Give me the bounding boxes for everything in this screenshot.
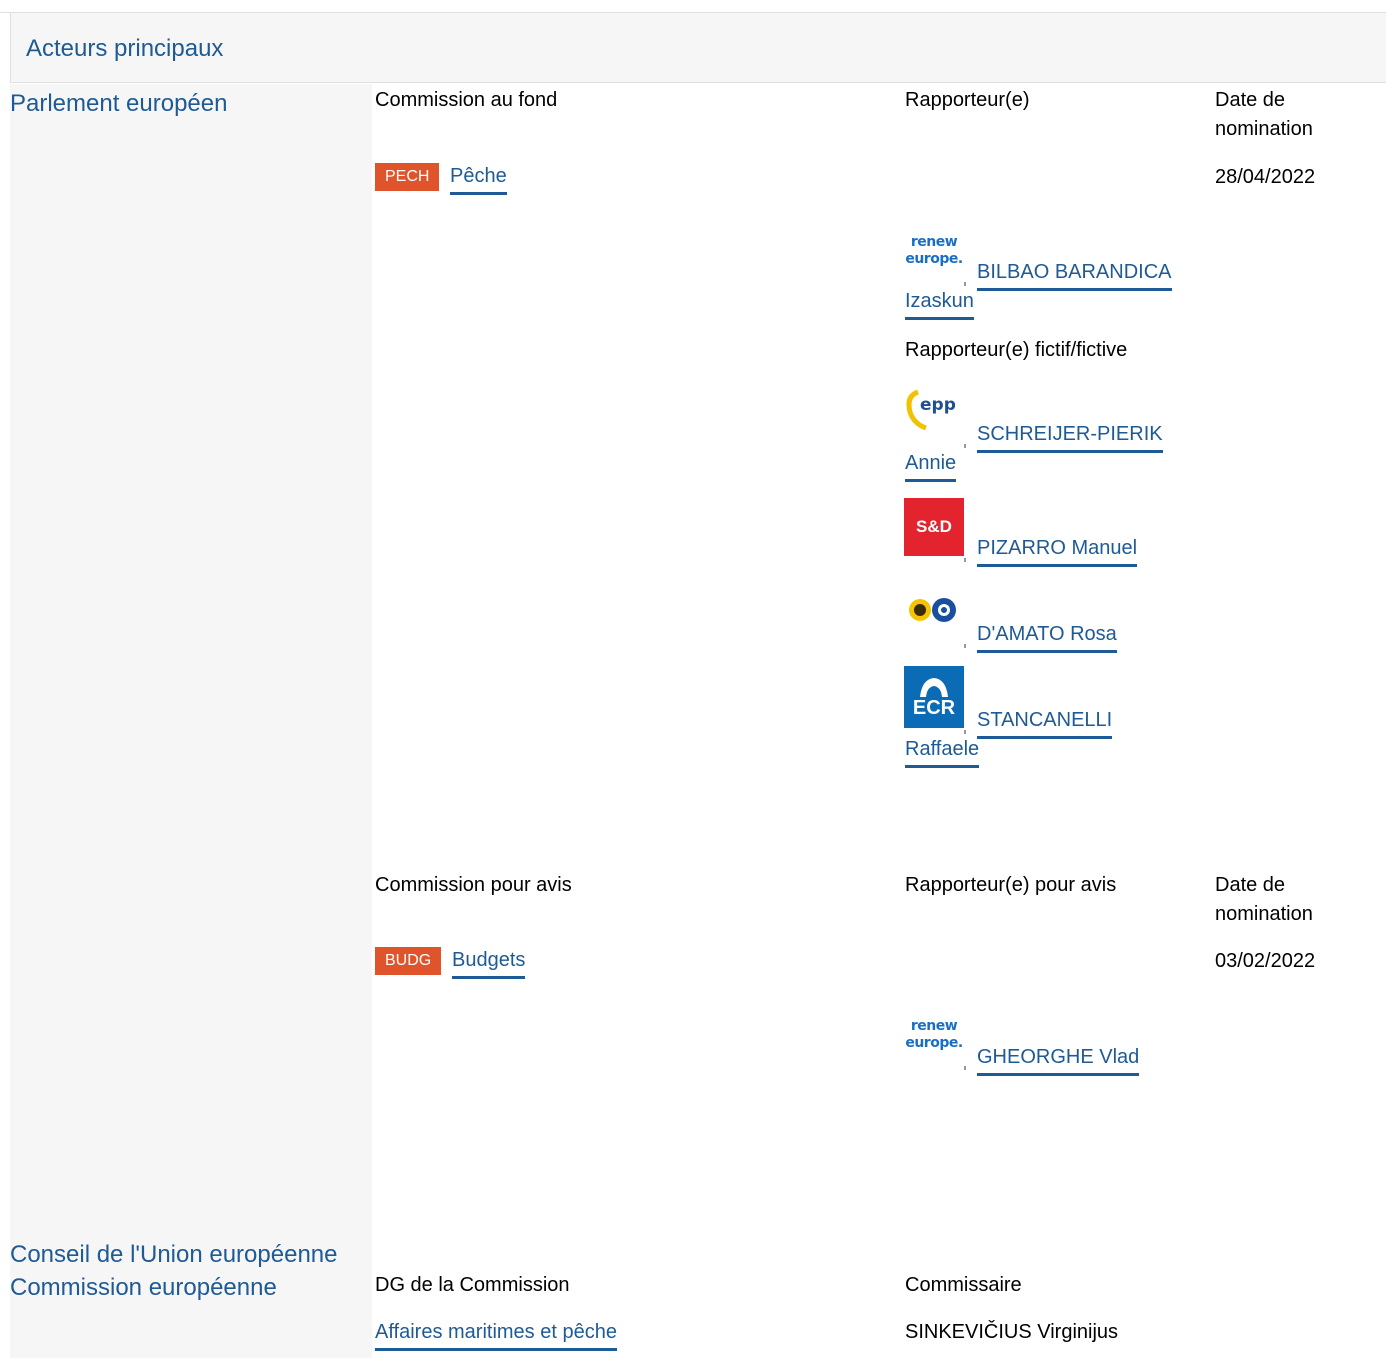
col-header-opinion-rapporteur: Rapporteur(e) pour avis (905, 874, 1117, 896)
col-header-rapporteur: Rapporteur(e) (905, 89, 1030, 111)
logo-tick (964, 558, 966, 562)
opinion-rapporteur-link-gheorghe[interactable]: GHEORGHE Vlad (977, 1043, 1140, 1076)
ecr-logo: ECR (904, 666, 964, 728)
col-header-date-line1: Date de (1215, 89, 1286, 111)
svg-text:epp: epp (920, 395, 956, 415)
institution-parliament[interactable]: Parlement européen (10, 88, 227, 119)
sunflower-icon (909, 598, 956, 622)
epp-logo: epp (904, 382, 964, 444)
greens-efa-logo (904, 584, 964, 634)
col-header-date-line2: nomination (1215, 118, 1313, 140)
logo-tick (964, 644, 966, 648)
shadow-link-stancanelli-line2[interactable]: Raffaele (905, 735, 980, 768)
committee-badge-pech: PECH (375, 163, 440, 191)
epp-heart-icon: epp (906, 389, 956, 431)
section-title[interactable]: Acteurs principaux (26, 35, 223, 63)
dg-link-mare[interactable]: Affaires maritimes et pêche (375, 1318, 617, 1351)
rapporteur-link-bilbao-line2[interactable]: Izaskun (905, 287, 974, 320)
logo-tick (964, 444, 966, 448)
committee-link-budgets[interactable]: Budgets (452, 946, 526, 979)
institution-commission[interactable]: Commission européenne (10, 1272, 277, 1303)
nomination-date-opinion: 03/02/2022 (1215, 950, 1316, 972)
col-header-opinion-date-line1: Date de (1215, 874, 1286, 896)
col-header-commissioner: Commissaire (905, 1274, 1022, 1296)
committee-badge-budg: BUDG (375, 947, 442, 975)
committee-link-peche[interactable]: Pêche (450, 162, 507, 195)
shadow-link-pizarro[interactable]: PIZARRO Manuel (977, 534, 1138, 567)
lion-icon (920, 677, 948, 697)
col-header-dg: DG de la Commission (375, 1274, 570, 1296)
institution-council[interactable]: Conseil de l'Union européenne (10, 1239, 337, 1270)
logo-tick (964, 282, 966, 286)
col-header-opinion-committee: Commission pour avis (375, 874, 572, 896)
commissioner-name: SINKEVIČIUS Virginijus (905, 1321, 1119, 1343)
s-and-d-logo: S&D (904, 498, 964, 556)
renew-europe-logo: renew europe. (905, 1018, 963, 1051)
logo-tick (964, 730, 966, 734)
col-header-lead-committee: Commission au fond (375, 89, 558, 111)
renew-europe-logo: renew europe. (905, 234, 963, 267)
shadow-rapporteur-label: Rapporteur(e) fictif/fictive (905, 339, 1128, 361)
logo-tick (964, 1066, 966, 1070)
shadow-link-damato[interactable]: D'AMATO Rosa (977, 620, 1117, 653)
institution-column (10, 84, 372, 1358)
nomination-date-lead: 28/04/2022 (1215, 166, 1316, 188)
shadow-link-stancanelli-line1[interactable]: STANCANELLI (977, 706, 1113, 739)
shadow-link-schreijer-line1[interactable]: SCHREIJER-PIERIK (977, 420, 1163, 453)
shadow-link-schreijer-line2[interactable]: Annie (905, 449, 957, 482)
col-header-opinion-date-line2: nomination (1215, 903, 1313, 925)
rapporteur-link-bilbao-line1[interactable]: BILBAO BARANDICA (977, 258, 1172, 291)
